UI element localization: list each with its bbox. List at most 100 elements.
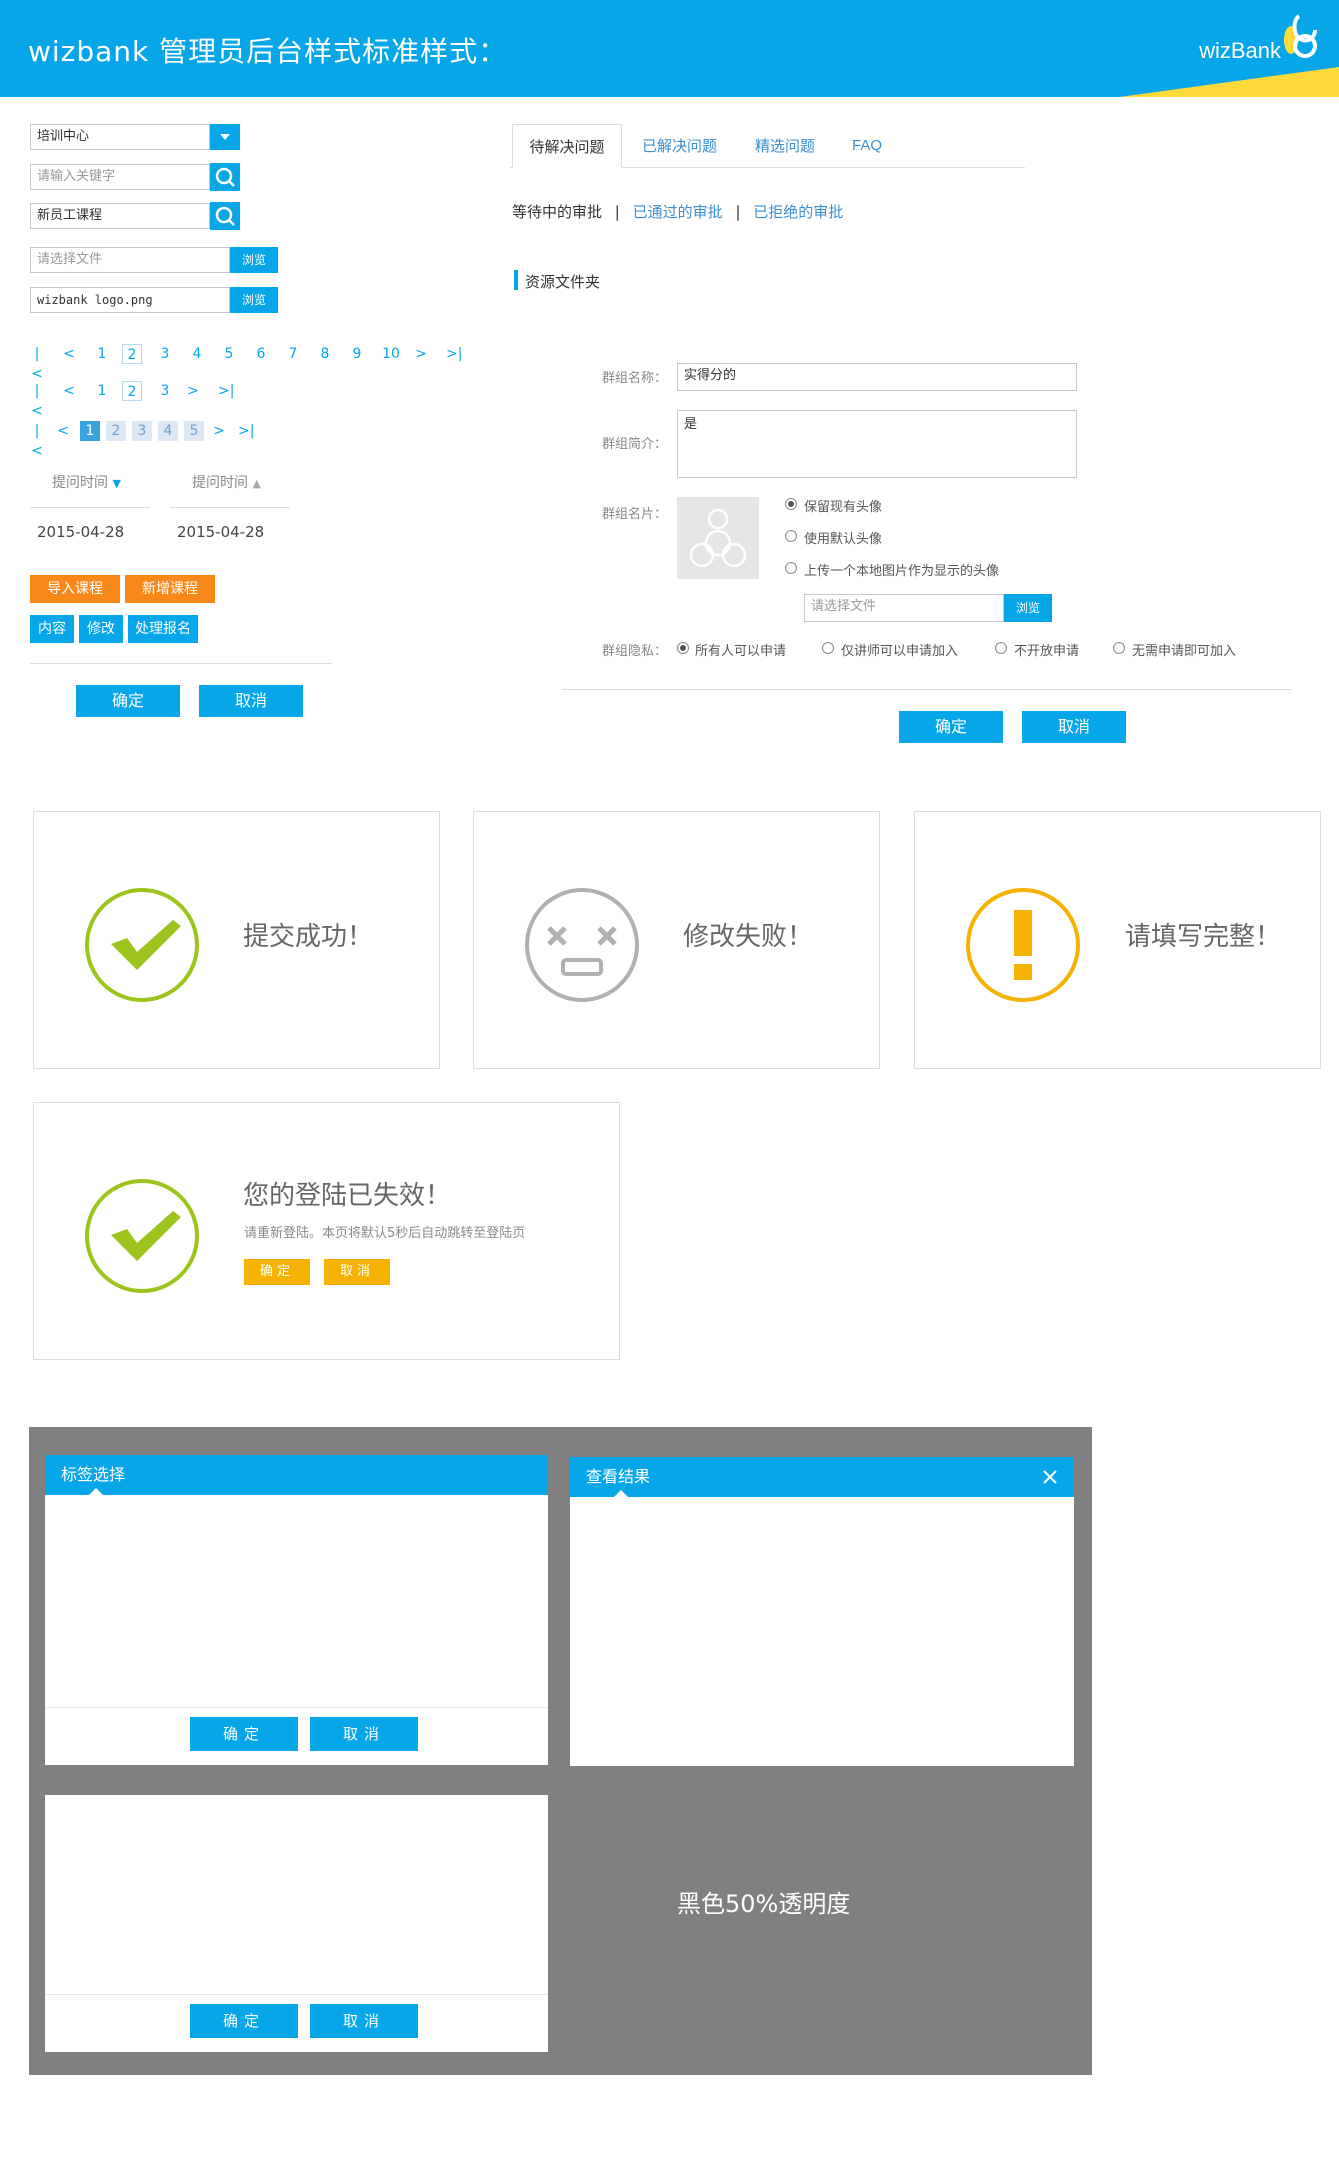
next-page-icon[interactable]: > — [186, 381, 200, 401]
page-link[interactable]: 6 — [254, 344, 268, 364]
page-header: wizbank 管理员后台样式标准样式： wizBank — [0, 0, 1339, 97]
radio-privacy-anyone[interactable] — [677, 642, 689, 654]
radio-upload-avatar[interactable] — [785, 562, 797, 574]
radio-privacy-open[interactable] — [1113, 642, 1125, 654]
next-page-icon[interactable]: > — [212, 421, 226, 441]
prev-page-icon[interactable]: < — [62, 381, 76, 401]
training-center-select[interactable]: 培训中心 — [30, 124, 210, 150]
keyword-search-input[interactable]: 请输入关键字 — [30, 164, 210, 190]
add-course-button[interactable]: 新增课程 — [125, 575, 215, 603]
page-link[interactable]: 3 — [158, 381, 172, 401]
browse-button-1[interactable]: 浏览 — [230, 247, 278, 273]
page-link[interactable]: 1 — [94, 381, 110, 401]
page-link[interactable]: 5 — [222, 344, 236, 364]
tag-select-dialog: 标签选择 确定 取消 — [45, 1455, 548, 1765]
edit-button[interactable]: 修改 — [79, 615, 123, 643]
browse-button-2[interactable]: 浏览 — [230, 287, 278, 313]
form-cancel-button[interactable]: 取消 — [1022, 711, 1126, 743]
avatar-browse-button[interactable]: 浏览 — [1004, 594, 1052, 622]
tab-pending[interactable]: 待解决问题 — [512, 124, 622, 168]
page-link-current[interactable]: 1 — [80, 421, 100, 441]
warning-message-card: 请填写完整！ — [914, 811, 1321, 1069]
first-page-icon[interactable]: |< — [30, 381, 44, 419]
subnav-pending[interactable]: 等待中的审批 — [512, 203, 602, 221]
subnav-approved[interactable]: 已通过的审批 — [633, 203, 723, 221]
search-button-2[interactable] — [210, 202, 240, 230]
subnav-separator: | — [614, 203, 620, 221]
handle-signup-button[interactable]: 处理报名 — [128, 615, 198, 643]
page-link[interactable]: 9 — [350, 344, 364, 364]
tab-featured[interactable]: 精选问题 — [755, 124, 815, 168]
first-page-icon[interactable]: |< — [30, 344, 44, 382]
date-cell: 2015-04-28 — [177, 523, 265, 541]
page-link[interactable]: 8 — [318, 344, 332, 364]
success-message: 提交成功！ — [243, 922, 374, 952]
group-intro-label: 群组简介： — [602, 437, 668, 452]
radio-privacy-instructor[interactable] — [822, 642, 834, 654]
radio-label: 无需申请即可加入 — [1132, 644, 1237, 659]
close-icon[interactable] — [1042, 1469, 1058, 1485]
sort-header-asc[interactable]: 提问时间 ▲ — [170, 466, 290, 508]
page-link[interactable]: 5 — [184, 421, 204, 441]
radio-label: 不开放申请 — [1014, 644, 1080, 659]
pagination-1: |< < 1 2 3 4 5 6 7 8 9 10 > >| — [30, 344, 470, 382]
radio-default-avatar[interactable] — [785, 530, 797, 542]
dialog-confirm-button[interactable]: 确定 — [190, 2004, 298, 2038]
page-link[interactable]: 7 — [286, 344, 300, 364]
page-link[interactable]: 4 — [158, 421, 178, 441]
check-circle-icon — [85, 1179, 199, 1293]
import-course-button[interactable]: 导入课程 — [30, 575, 120, 603]
wizbank-logo-text: wizBank — [1199, 38, 1281, 63]
tab-faq[interactable]: FAQ — [852, 124, 882, 168]
radio-privacy-closed[interactable] — [995, 642, 1007, 654]
approval-subnav: 等待中的审批 | 已通过的审批 | 已拒绝的审批 — [512, 201, 843, 222]
expired-confirm-button[interactable]: 确定 — [244, 1259, 310, 1285]
page-link[interactable]: 3 — [132, 421, 152, 441]
header-accent-stripe — [1119, 67, 1339, 97]
tab-resolved[interactable]: 已解决问题 — [642, 124, 717, 168]
form-confirm-button[interactable]: 确定 — [899, 711, 1003, 743]
cancel-button[interactable]: 取消 — [199, 685, 303, 717]
radio-label: 上传一个本地图片作为显示的头像 — [804, 564, 1000, 579]
radio-keep-avatar[interactable] — [785, 498, 797, 510]
dialog-cancel-button[interactable]: 取消 — [310, 1717, 418, 1751]
avatar-file-input[interactable]: 请选择文件 — [804, 594, 1004, 622]
overlay-note: 黑色50%透明度 — [677, 1890, 851, 1918]
section-marker — [514, 270, 518, 290]
page-link[interactable]: 4 — [190, 344, 204, 364]
subnav-rejected[interactable]: 已拒绝的审批 — [753, 203, 843, 221]
course-search-input[interactable]: 新员工课程 — [30, 203, 210, 229]
sort-header-desc[interactable]: 提问时间 ▼ — [30, 466, 150, 508]
group-intro-textarea[interactable]: 是 — [677, 410, 1077, 478]
last-page-icon[interactable]: >| — [446, 344, 462, 364]
expired-description: 请重新登陆。本页将默认5秒后自动跳转至登陆页 — [244, 1226, 526, 1241]
next-page-icon[interactable]: > — [414, 344, 428, 364]
confirm-button[interactable]: 确定 — [76, 685, 180, 717]
content-button[interactable]: 内容 — [30, 615, 74, 643]
last-page-icon[interactable]: >| — [238, 421, 254, 441]
page-link[interactable]: 3 — [158, 344, 172, 364]
dialog-footer-divider — [45, 1994, 548, 1995]
group-name-input[interactable]: 实得分的 — [677, 363, 1077, 391]
file-input-1[interactable]: 请选择文件 — [30, 247, 230, 273]
file-input-2[interactable]: wizbank logo.png — [30, 287, 230, 313]
radio-label: 使用默认头像 — [804, 532, 883, 547]
select-dropdown-button[interactable] — [210, 124, 240, 150]
last-page-icon[interactable]: >| — [218, 381, 234, 401]
page-link[interactable]: 1 — [94, 344, 110, 364]
search-icon — [215, 206, 235, 226]
first-page-icon[interactable]: |< — [30, 421, 44, 459]
search-icon — [215, 167, 235, 187]
prev-page-icon[interactable]: < — [62, 344, 76, 364]
search-button[interactable] — [210, 163, 240, 191]
page-link[interactable]: 10 — [380, 344, 402, 364]
page-link-current[interactable]: 2 — [122, 381, 142, 401]
expired-cancel-button[interactable]: 取消 — [324, 1259, 390, 1285]
prev-page-icon[interactable]: < — [56, 421, 70, 441]
dialog-confirm-button[interactable]: 确定 — [190, 1717, 298, 1751]
session-expired-card: 您的登陆已失效！ 请重新登陆。本页将默认5秒后自动跳转至登陆页 确定 取消 — [33, 1102, 620, 1360]
page-link[interactable]: 2 — [106, 421, 126, 441]
page-link-current[interactable]: 2 — [122, 344, 142, 364]
pagination-3: |< < 1 2 3 4 5 > >| — [30, 421, 270, 459]
dialog-cancel-button[interactable]: 取消 — [310, 2004, 418, 2038]
